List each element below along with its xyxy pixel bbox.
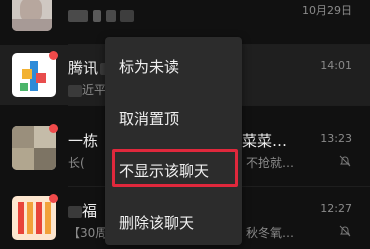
menu-item-unpin[interactable]: 取消置顶 — [105, 93, 242, 145]
chat-preview: 近平 — [68, 81, 106, 98]
chat-preview: 【30周 — [68, 226, 108, 240]
chat-avatar — [12, 53, 56, 97]
chat-row[interactable]: 10月29日 — [0, 0, 370, 33]
highlight-box — [112, 149, 238, 187]
unread-dot — [49, 51, 58, 60]
chat-time: 14:01 — [320, 59, 352, 72]
chat-preview: 长( — [68, 156, 85, 170]
chat-time: 13:23 — [320, 132, 352, 145]
chat-avatar — [12, 196, 56, 240]
chat-title — [68, 6, 135, 24]
menu-item-mark-unread[interactable]: 标为未读 — [105, 41, 242, 93]
unread-dot — [49, 194, 58, 203]
chat-preview-suffix: 秋冬氧… — [246, 226, 295, 240]
chat-time: 12:27 — [320, 202, 352, 215]
mute-bell-icon — [339, 155, 351, 167]
chat-title: 福 — [68, 200, 97, 221]
menu-item-delete-chat[interactable]: 删除该聊天 — [105, 197, 242, 249]
context-menu: 标为未读 取消置顶 不显示该聊天 删除该聊天 — [105, 37, 242, 245]
chat-title-suffix: 菜菜… — [242, 132, 288, 150]
chat-time: 10月29日 — [302, 4, 352, 17]
chat-avatar — [12, 0, 52, 31]
unread-dot — [49, 124, 58, 133]
chat-preview-suffix: 不抢就… — [246, 156, 295, 170]
chat-title: 一栋 — [68, 132, 99, 150]
mute-bell-icon — [339, 225, 351, 237]
chat-avatar — [12, 126, 56, 170]
